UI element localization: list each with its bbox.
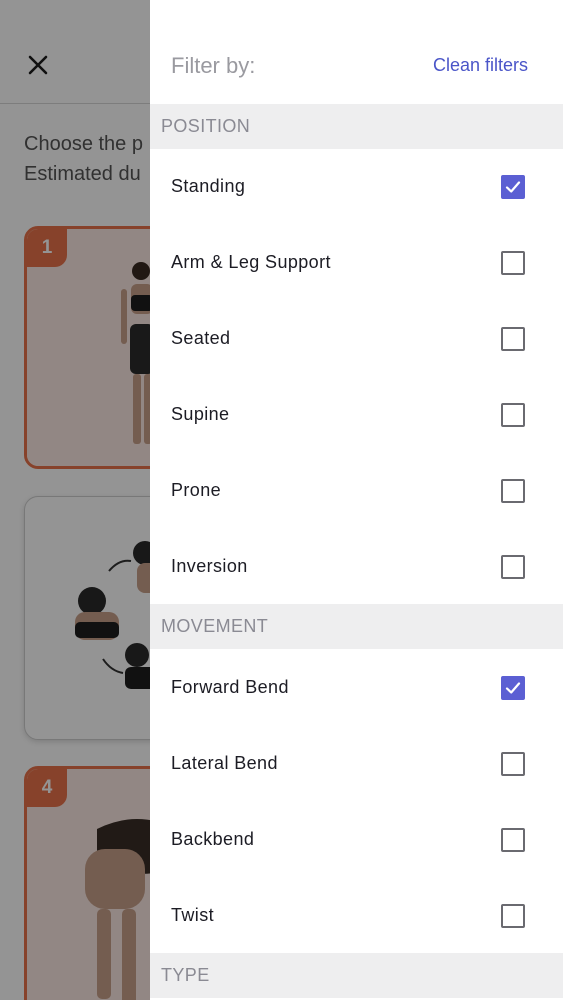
filter-label: Prone — [171, 480, 222, 500]
filter-title: Filter by: — [171, 53, 256, 78]
clean-filters-button[interactable]: Clean filters — [433, 55, 528, 76]
filter-label: Forward Bend — [171, 677, 289, 697]
checkbox-prone[interactable] — [501, 479, 525, 503]
section-title: TYPE — [161, 965, 210, 985]
filter-row-lateral-bend[interactable]: Lateral Bend — [150, 726, 563, 802]
drawer-header: Filter by: Clean filters — [150, 0, 563, 104]
section-header-movement: MOVEMENT — [150, 604, 563, 649]
checkbox-supine[interactable] — [501, 403, 525, 427]
checkbox-lateral-bend[interactable] — [501, 752, 525, 776]
filter-row-twist[interactable]: Twist — [150, 878, 563, 954]
checkmark-icon — [505, 181, 521, 193]
filter-row-arm-leg-support[interactable]: Arm & Leg Support — [150, 225, 563, 301]
section-title: POSITION — [161, 116, 251, 136]
section-header-position: POSITION — [150, 104, 563, 149]
filter-row-forward-bend[interactable]: Forward Bend — [150, 650, 563, 726]
filter-label: Inversion — [171, 556, 248, 576]
section-header-type: TYPE — [150, 953, 563, 998]
filter-row-prone[interactable]: Prone — [150, 453, 563, 529]
filter-label: Arm & Leg Support — [171, 252, 331, 272]
section-title: MOVEMENT — [161, 616, 269, 636]
filter-label: Seated — [171, 328, 231, 348]
filter-row-inversion[interactable]: Inversion — [150, 529, 563, 605]
filter-row-supine[interactable]: Supine — [150, 377, 563, 453]
checkbox-backbend[interactable] — [501, 828, 525, 852]
filter-drawer: Filter by: Clean filters POSITION Standi… — [150, 0, 563, 1000]
checkbox-twist[interactable] — [501, 904, 525, 928]
checkbox-arm-leg-support[interactable] — [501, 251, 525, 275]
filter-row-standing[interactable]: Standing — [150, 149, 563, 225]
filter-label: Supine — [171, 404, 230, 424]
filter-label: Backbend — [171, 829, 255, 849]
checkbox-standing[interactable] — [501, 175, 525, 199]
filter-label: Lateral Bend — [171, 753, 278, 773]
checkbox-inversion[interactable] — [501, 555, 525, 579]
checkbox-forward-bend[interactable] — [501, 676, 525, 700]
filter-row-backbend[interactable]: Backbend — [150, 802, 563, 878]
checkbox-seated[interactable] — [501, 327, 525, 351]
checkmark-icon — [505, 682, 521, 694]
filter-label: Standing — [171, 176, 246, 196]
filter-label: Twist — [171, 905, 215, 925]
filter-row-seated[interactable]: Seated — [150, 301, 563, 377]
